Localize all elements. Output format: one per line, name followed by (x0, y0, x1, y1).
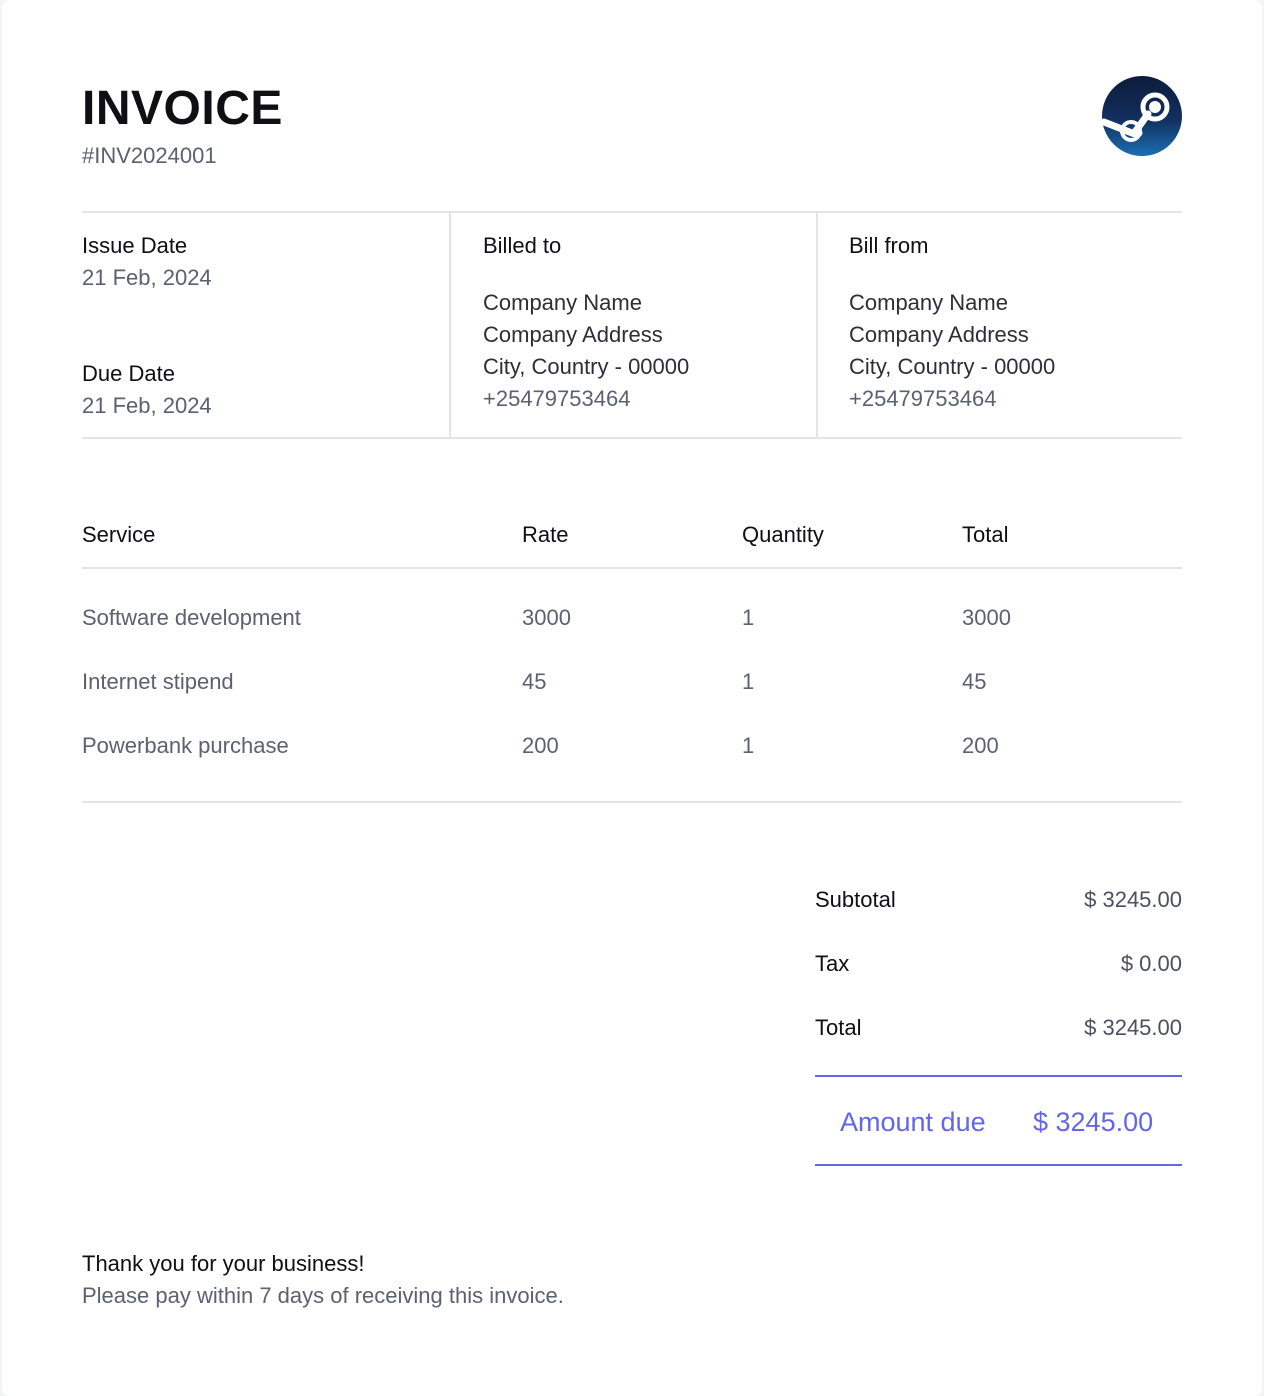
rate-cell: 45 (522, 669, 547, 694)
invoice-number: #INV2024001 (82, 143, 217, 168)
bill-from-street: Company Address (849, 322, 1029, 347)
table-header-divider (82, 567, 1182, 569)
table-row: Powerbank purchase 200 1 200 (82, 731, 1182, 761)
total-cell: 200 (962, 733, 999, 758)
total-cell: 45 (962, 669, 987, 694)
service-cell: Powerbank purchase (82, 733, 289, 758)
quantity-cell: 1 (742, 733, 755, 758)
amount-due-bottom-border (815, 1164, 1182, 1166)
issue-date-label: Issue Date (82, 233, 188, 258)
bill-from-address: Company Name Company Address City, Count… (849, 287, 1055, 415)
bill-from-city: City, Country - 00000 (849, 354, 1056, 379)
info-divider (82, 437, 1182, 439)
due-date-label: Due Date (82, 361, 175, 386)
column-header-quantity: Quantity (742, 522, 824, 547)
amount-due-value: $ 3245.00 (1033, 1107, 1154, 1137)
quantity-cell: 1 (742, 605, 755, 630)
due-date-value: 21 Feb, 2024 (82, 393, 212, 418)
service-cell: Software development (82, 605, 301, 630)
issue-date-value: 21 Feb, 2024 (82, 265, 212, 290)
column-header-service: Service (82, 522, 156, 547)
tax-label: Tax (815, 951, 850, 976)
table-row: Software development 3000 1 3000 (82, 603, 1182, 633)
total-value: $ 3245.00 (1084, 1015, 1182, 1040)
payment-note: Please pay within 7 days of receiving th… (82, 1283, 564, 1308)
header-divider (82, 211, 1182, 213)
billed-to-address: Company Name Company Address City, Count… (483, 287, 689, 415)
table-row: Internet stipend 45 1 45 (82, 667, 1182, 697)
steam-logo-icon (1102, 76, 1182, 156)
bill-from-name: Company Name (849, 290, 1008, 315)
billed-to-label: Billed to (483, 233, 562, 258)
invoice-page: INVOICE #INV2024001 Issue Date 21 Feb, 2… (2, 0, 1262, 1396)
billed-to-phone: +25479753464 (483, 386, 631, 411)
bill-from-phone: +25479753464 (849, 386, 997, 411)
total-label: Total (815, 1015, 862, 1040)
column-divider (816, 212, 818, 438)
subtotal-value: $ 3245.00 (1084, 887, 1182, 912)
billed-to-street: Company Address (483, 322, 663, 347)
subtotal-label: Subtotal (815, 887, 896, 912)
total-cell: 3000 (962, 605, 1011, 630)
invoice-title: INVOICE (82, 82, 283, 135)
tax-value: $ 0.00 (1120, 951, 1182, 976)
rate-cell: 200 (522, 733, 559, 758)
column-header-rate: Rate (522, 522, 569, 547)
column-divider (449, 212, 451, 438)
service-cell: Internet stipend (82, 669, 234, 694)
bill-from-label: Bill from (849, 233, 929, 258)
table-bottom-divider (82, 801, 1182, 803)
thank-you-message: Thank you for your business! (82, 1251, 365, 1276)
billed-to-city: City, Country - 00000 (483, 354, 690, 379)
amount-due-label: Amount due (840, 1107, 986, 1137)
column-header-total: Total (962, 522, 1009, 547)
billed-to-name: Company Name (483, 290, 642, 315)
quantity-cell: 1 (742, 669, 755, 694)
rate-cell: 3000 (522, 605, 571, 630)
amount-due-top-border (815, 1075, 1182, 1077)
